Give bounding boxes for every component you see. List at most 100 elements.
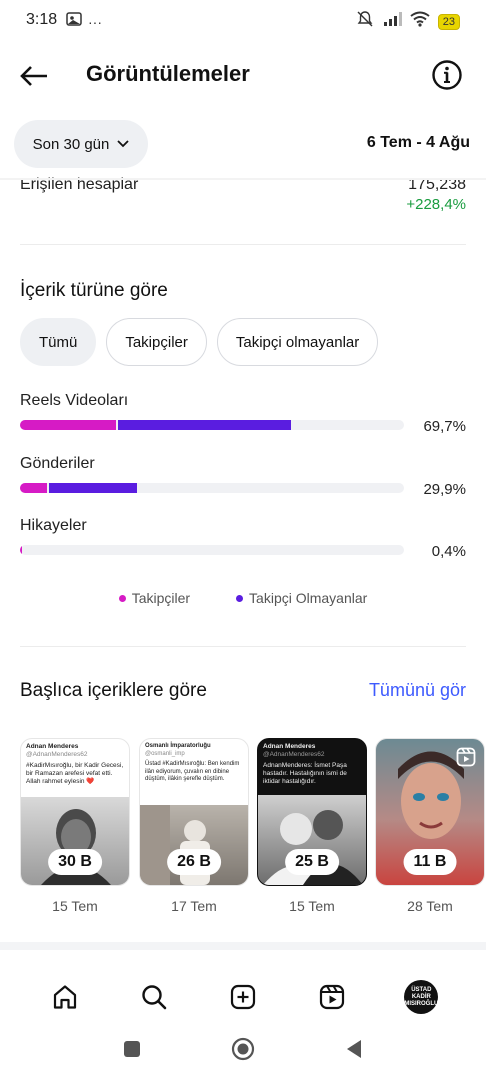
divider bbox=[20, 244, 466, 245]
chart-legend: Takipçiler Takipçi Olmayanlar bbox=[0, 590, 486, 606]
see-all-link[interactable]: Tümünü gör bbox=[369, 680, 466, 701]
nav-home[interactable] bbox=[45, 977, 85, 1017]
section-separator bbox=[0, 942, 486, 950]
chip-all[interactable]: Tümü bbox=[20, 318, 97, 366]
chip-non-followers[interactable]: Takipçi olmayanlar bbox=[216, 318, 379, 366]
content-card[interactable]: Osmanlı İmparatorluğu @osmanli_imp Üstad… bbox=[139, 738, 249, 914]
chip-followers[interactable]: Takipçiler bbox=[106, 318, 207, 366]
bar-row-posts: Gönderiler 29,9% bbox=[20, 455, 466, 517]
search-icon bbox=[142, 985, 167, 1010]
home-icon bbox=[53, 985, 76, 1009]
bar-percent: 29,9% bbox=[423, 481, 466, 498]
app-header: Görüntülemeler bbox=[0, 46, 486, 106]
card-views: 30 B bbox=[48, 849, 102, 875]
gallery-notification-icon bbox=[66, 11, 82, 32]
top-content-title: Başlıca içeriklere göre bbox=[20, 680, 207, 701]
card-views: 25 B bbox=[285, 849, 339, 875]
date-filter-row: Son 30 gün 6 Tem - 4 Ağu bbox=[0, 120, 486, 170]
date-range-text: 6 Tem - 4 Ağu bbox=[366, 134, 470, 151]
audience-filter-chips: Tümü Takipçiler Takipçi olmayanlar bbox=[20, 318, 379, 366]
thumb-text: #KadirMısıroğlu, bir Kadir Gecesi, bir R… bbox=[26, 762, 124, 785]
signal-icon bbox=[382, 11, 402, 32]
thumb-text: Üstad #KadirMısıroğlu: Ben kendim ilân e… bbox=[145, 761, 240, 782]
content-thumbnail: Adnan Menderes @AdnanMenderes62 #KadirMı… bbox=[20, 738, 130, 886]
page-title: Görüntülemeler bbox=[86, 61, 250, 86]
bar-percent: 0,4% bbox=[431, 543, 466, 560]
thumb-title: Adnan Menderes bbox=[26, 743, 79, 750]
bar-label: Hikayeler bbox=[20, 517, 87, 534]
bar-track bbox=[20, 420, 404, 430]
thumb-handle: @AdnanMenderes62 bbox=[26, 751, 88, 758]
square-icon bbox=[124, 1040, 140, 1057]
info-button[interactable] bbox=[430, 58, 464, 92]
thumb-text: AdnanMenderes: İsmet Paşa hastadır. Hast… bbox=[263, 762, 347, 785]
status-time: 3:18 bbox=[26, 11, 58, 28]
content-card[interactable]: Adnan Menderes @AdnanMenderes62 AdnanMen… bbox=[257, 738, 367, 914]
bar-row-stories: Hikayeler 0,4% bbox=[20, 517, 466, 579]
triangle-back-icon bbox=[347, 1039, 361, 1058]
thumb-title: Adnan Menderes bbox=[263, 743, 316, 750]
followers-segment bbox=[20, 420, 116, 430]
content-thumbnail: Osmanlı İmparatorluğu @osmanli_imp Üstad… bbox=[139, 738, 249, 886]
reach-change: +228,4% bbox=[406, 196, 466, 213]
non-followers-segment bbox=[49, 483, 137, 493]
back-system-button[interactable] bbox=[345, 1039, 363, 1064]
header-shadow bbox=[0, 178, 486, 180]
battery-icon: 23 bbox=[437, 13, 460, 30]
legend-dot bbox=[236, 594, 244, 602]
bottom-nav: ÜSTAD KADİR MISIROĞLU bbox=[0, 970, 486, 1024]
non-followers-segment bbox=[118, 420, 291, 430]
card-views: 11 B bbox=[403, 849, 457, 875]
nav-profile[interactable]: ÜSTAD KADİR MISIROĞLU bbox=[401, 977, 441, 1017]
recent-apps-button[interactable] bbox=[123, 1040, 141, 1063]
home-system-button[interactable] bbox=[231, 1037, 255, 1066]
legend-dot bbox=[118, 594, 126, 602]
legend-label: Takipçiler bbox=[131, 590, 191, 606]
date-range-label: Son 30 gün bbox=[32, 135, 110, 153]
legend-non-followers: Takipçi Olmayanlar bbox=[236, 590, 367, 606]
info-icon bbox=[432, 60, 462, 90]
wifi-icon bbox=[410, 11, 430, 32]
arrow-left-icon bbox=[20, 66, 47, 86]
reach-row: Erişilen hesaplar 175,238 +228,4% bbox=[0, 172, 486, 232]
followers-segment bbox=[20, 545, 22, 555]
bar-row-reels: Reels Videoları 69,7% bbox=[20, 392, 466, 454]
content-type-title: İçerik türüne göre bbox=[20, 280, 168, 301]
nav-reels[interactable] bbox=[312, 977, 352, 1017]
back-button[interactable] bbox=[16, 58, 52, 94]
top-content-carousel: Adnan Menderes @AdnanMenderes62 #KadirMı… bbox=[20, 738, 486, 928]
avatar: ÜSTAD KADİR MISIROĞLU bbox=[404, 980, 439, 1014]
bar-track bbox=[20, 483, 404, 493]
nav-search[interactable] bbox=[134, 977, 174, 1017]
content-card[interactable]: Adnan Menderes @AdnanMenderes62 #KadirMı… bbox=[20, 738, 130, 914]
content-thumbnail: 11 B bbox=[375, 738, 485, 886]
chevron-down-icon bbox=[117, 140, 130, 148]
system-nav-bar bbox=[0, 1036, 486, 1066]
bar-percent: 69,7% bbox=[423, 418, 466, 435]
card-date: 15 Tem bbox=[289, 898, 335, 914]
reels-icon bbox=[320, 984, 345, 1010]
date-range-dropdown[interactable]: Son 30 gün bbox=[14, 120, 148, 168]
content-thumbnail: Adnan Menderes @AdnanMenderes62 AdnanMen… bbox=[257, 738, 367, 886]
thumb-handle: @osmanli_imp bbox=[145, 750, 185, 757]
status-bar: 3:18 ··· 23 bbox=[0, 0, 486, 40]
status-more: ··· bbox=[88, 13, 102, 30]
card-date: 15 Tem bbox=[52, 898, 98, 914]
nav-create[interactable] bbox=[223, 977, 263, 1017]
followers-segment bbox=[20, 483, 47, 493]
card-date: 28 Tem bbox=[407, 898, 453, 914]
legend-label: Takipçi Olmayanlar bbox=[249, 590, 368, 606]
plus-square-icon bbox=[230, 984, 256, 1010]
card-views: 26 B bbox=[167, 849, 221, 875]
legend-followers: Takipçiler bbox=[118, 590, 191, 606]
bar-label: Gönderiler bbox=[20, 455, 95, 472]
content-card[interactable]: 11 B 28 Tem bbox=[375, 738, 485, 914]
divider bbox=[20, 646, 466, 647]
mute-icon bbox=[356, 10, 374, 33]
card-date: 17 Tem bbox=[171, 898, 217, 914]
bar-track bbox=[20, 545, 404, 555]
circle-icon bbox=[231, 1037, 255, 1060]
thumb-title: Osmanlı İmparatorluğu bbox=[145, 743, 211, 749]
thumb-handle: @AdnanMenderes62 bbox=[263, 751, 325, 758]
reels-icon bbox=[456, 747, 476, 772]
